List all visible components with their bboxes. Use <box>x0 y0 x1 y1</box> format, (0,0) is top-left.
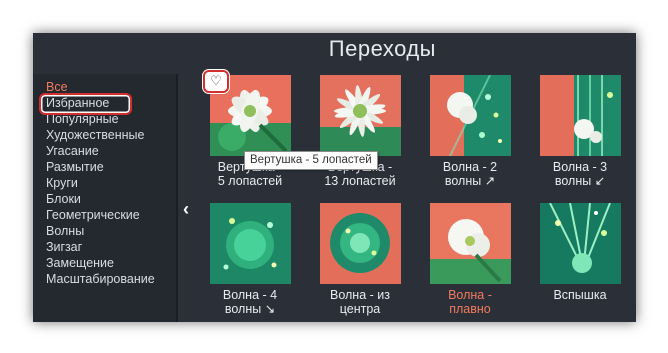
tile-caption-line: волны ↗ <box>444 174 496 188</box>
tile-caption-line: Волна - из <box>330 288 390 302</box>
tile-caption-line: 13 лопастей <box>324 174 396 188</box>
transitions-grid: Вертушка - 5 лопастей <box>195 74 636 322</box>
category-label-favorites: Избранное <box>46 96 110 110</box>
tile-tooltip: Вертушка - 5 лопастей <box>244 151 378 170</box>
tile-caption-line: 5 лопастей <box>217 174 283 188</box>
tile-caption-line: волны ↘ <box>224 302 276 316</box>
flash-image <box>539 203 621 284</box>
category-item-circles[interactable]: Круги <box>33 175 176 191</box>
tile-caption: Волна - 2 волны ↗ <box>415 160 525 188</box>
tile-caption: Волна - 4 волны ↘ <box>195 288 305 316</box>
category-item-all[interactable]: Все <box>33 79 176 95</box>
tile-caption: Волна - из центра <box>305 288 415 316</box>
tile-caption: Волна - 3 волны ↙ <box>525 160 635 188</box>
category-item-blur[interactable]: Размытие <box>33 159 176 175</box>
transition-tile[interactable]: Вертушка - 13 лопастей <box>305 75 415 188</box>
tile-caption-line: Волна - <box>448 288 492 302</box>
tile-caption-line: плавно <box>449 302 491 316</box>
transition-tile[interactable]: Волна - 4 волны ↘ <box>195 203 305 316</box>
tile-caption-line: центра <box>339 302 381 316</box>
category-item-fading[interactable]: Угасание <box>33 143 176 159</box>
transition-tile[interactable]: Волна - 2 волны ↗ <box>415 75 525 188</box>
heart-icon[interactable]: ♡ <box>203 70 229 93</box>
transition-thumbnail[interactable] <box>539 75 621 156</box>
category-item-popular[interactable]: Популярные <box>33 111 176 127</box>
category-item-zigzag[interactable]: Зигзаг <box>33 239 176 255</box>
category-item-blocks[interactable]: Блоки <box>33 191 176 207</box>
transition-tile[interactable]: Волна - 3 волны ↙ <box>525 75 635 188</box>
wave-image <box>209 203 291 284</box>
tile-caption-line: Волна - 3 <box>552 160 608 174</box>
panel-title: Переходы <box>328 36 436 61</box>
category-item-favorites[interactable]: Избранное <box>33 93 176 115</box>
transition-tile[interactable]: Вспышка <box>525 203 635 302</box>
tile-caption: Вспышка <box>525 288 635 302</box>
transition-thumbnail[interactable] <box>209 203 291 284</box>
transitions-panel: Переходы Все Избранное Популярные Художе… <box>33 33 636 322</box>
category-item-geometric[interactable]: Геометрические <box>33 207 176 223</box>
category-item-artistic[interactable]: Художественные <box>33 127 176 143</box>
wave-image <box>429 75 511 156</box>
transition-thumbnail[interactable] <box>319 75 401 156</box>
tile-caption-line: Волна - 4 <box>222 288 278 302</box>
wave-image <box>319 203 401 284</box>
sidebar-divider[interactable] <box>176 74 178 322</box>
wave-image <box>539 75 621 156</box>
tile-caption-line: Волна - 2 <box>442 160 498 174</box>
category-item-replace[interactable]: Замещение <box>33 255 176 271</box>
flower-image <box>429 203 511 284</box>
tile-caption: Волна - плавно <box>415 288 525 316</box>
pinwheel-flower-image <box>319 75 401 156</box>
transition-thumbnail[interactable] <box>429 75 511 156</box>
tile-caption-line: Вспышка <box>553 288 607 302</box>
transition-tile[interactable]: Волна - плавно <box>415 203 525 316</box>
category-item-scaling[interactable]: Масштабирование <box>33 271 176 287</box>
chevron-left-icon[interactable]: ‹ <box>179 199 193 219</box>
category-sidebar: Все Избранное Популярные Художественные … <box>33 74 176 322</box>
tile-caption-line: волны ↙ <box>554 174 606 188</box>
transition-thumbnail[interactable] <box>429 203 511 284</box>
category-item-waves[interactable]: Волны <box>33 223 176 239</box>
transition-tile[interactable]: Волна - из центра <box>305 203 415 316</box>
transition-thumbnail[interactable] <box>319 203 401 284</box>
transition-thumbnail[interactable] <box>539 203 621 284</box>
category-list: Все Избранное Популярные Художественные … <box>33 74 176 287</box>
